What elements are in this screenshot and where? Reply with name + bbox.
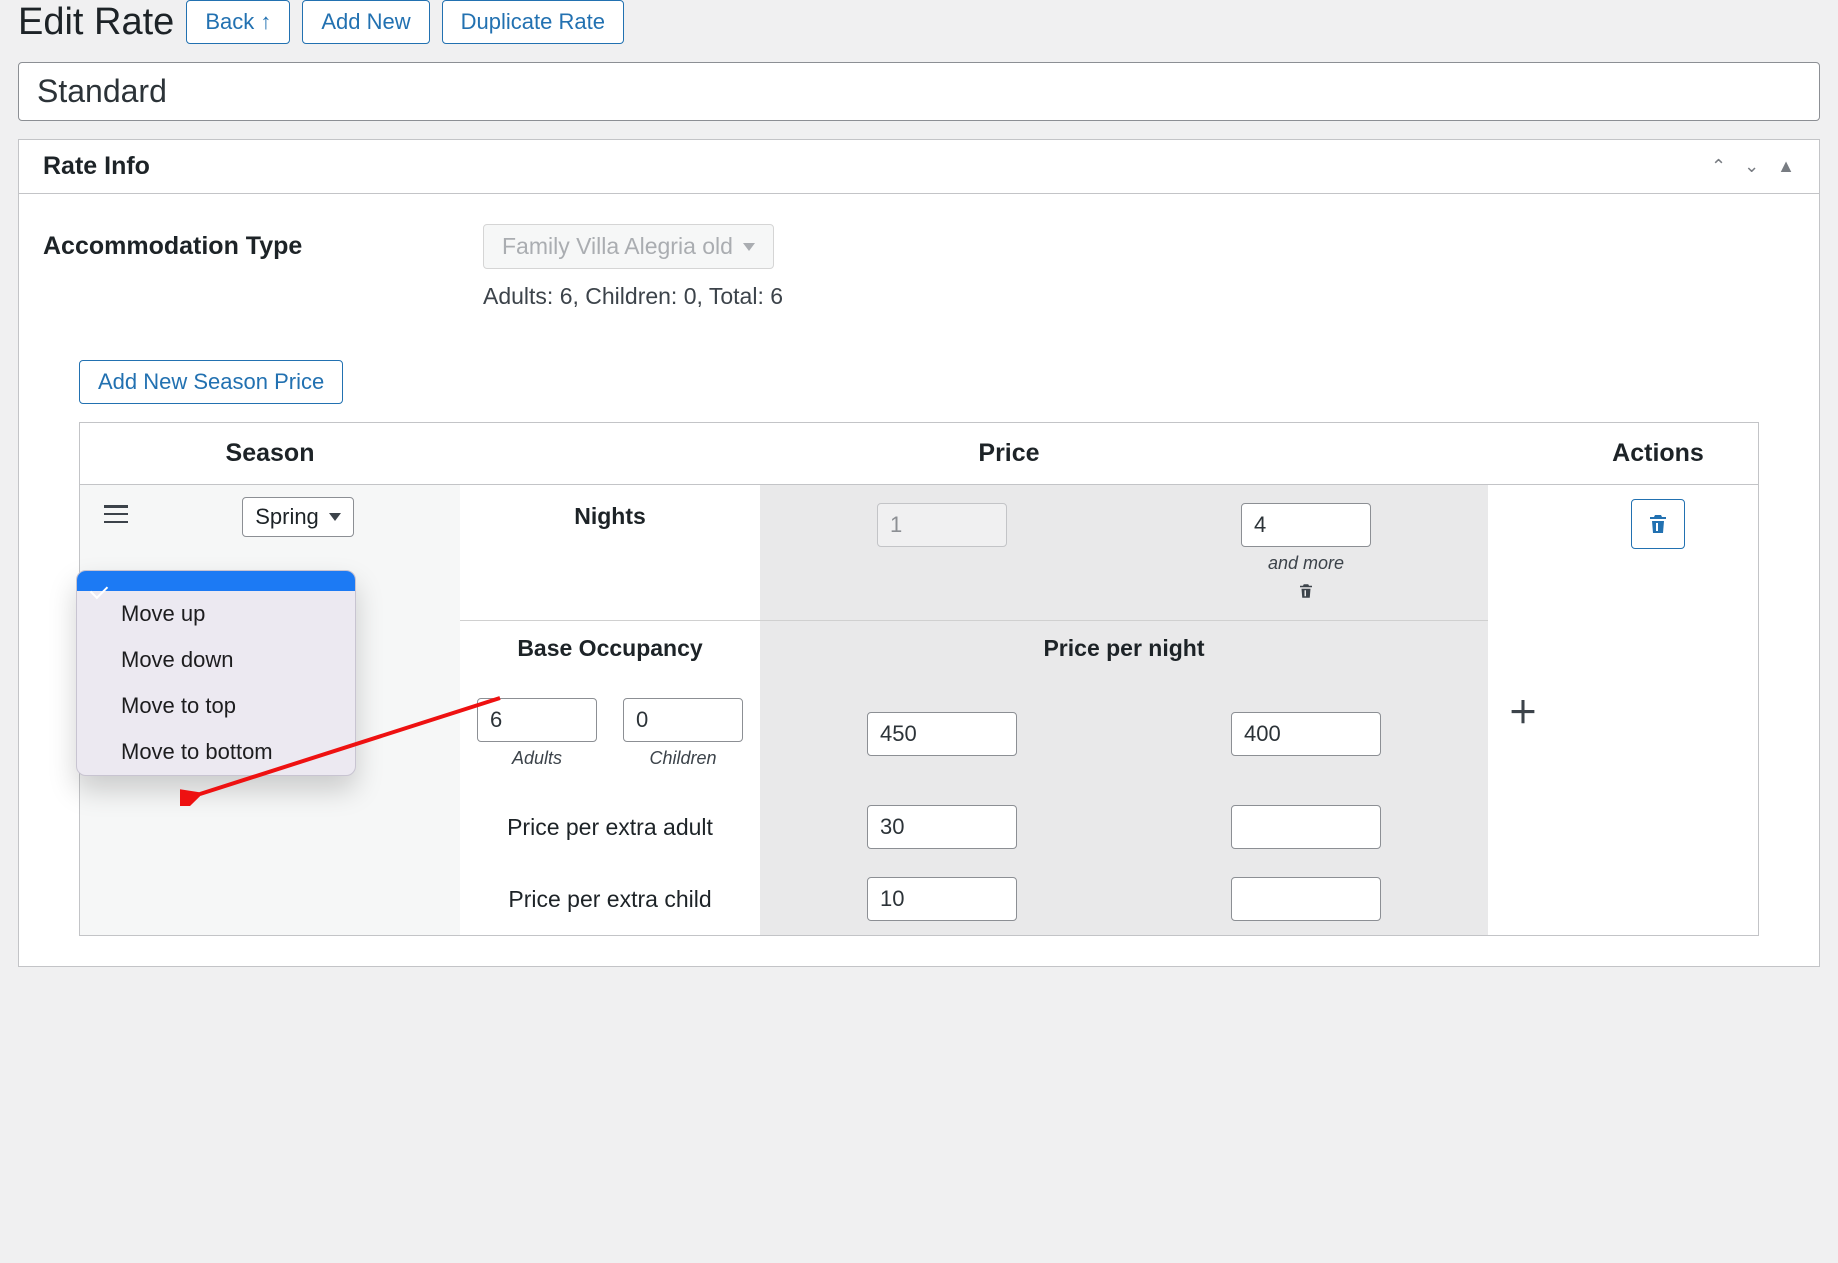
chevron-down-icon (329, 513, 341, 521)
season-select-value: Spring (255, 504, 319, 530)
nights-variable-input[interactable] (1241, 503, 1371, 547)
nights-column-delete-icon[interactable] (1297, 582, 1315, 605)
reorder-context-menu: Move up Move down Move to top Move to bo… (76, 570, 356, 776)
ctx-item-move-up[interactable]: Move up (77, 591, 355, 637)
price-per-night-label: Price per night (760, 620, 1488, 676)
accommodation-type-label: Accommodation Type (43, 224, 483, 261)
panel-down-icon[interactable]: ⌄ (1744, 156, 1759, 177)
hamburger-icon (104, 505, 128, 523)
panel-title: Rate Info (43, 152, 1711, 181)
nights-label: Nights (460, 485, 760, 620)
col-header-actions: Actions (1558, 423, 1758, 484)
add-new-button[interactable]: Add New (302, 0, 429, 44)
extra-adult-label: Price per extra adult (460, 791, 760, 863)
reorder-handle-button[interactable] (96, 497, 136, 531)
extra-adult-col1-input[interactable] (867, 805, 1017, 849)
season-price-table: Season Price Actions Spring (79, 422, 1759, 936)
adults-input[interactable] (477, 698, 597, 742)
season-select[interactable]: Spring (242, 497, 354, 537)
extra-child-col2-input[interactable] (1231, 877, 1381, 921)
panel-collapse-icon[interactable]: ▲ (1777, 156, 1795, 177)
add-new-season-price-button[interactable]: Add New Season Price (79, 360, 343, 404)
price-night-col2-input[interactable] (1231, 712, 1381, 756)
back-button[interactable]: Back ↑ (186, 0, 290, 44)
accommodation-type-select: Family Villa Alegria old (483, 224, 774, 269)
base-occupancy-label: Base Occupancy (460, 620, 760, 676)
add-nights-column-button[interactable]: ＋ (1508, 688, 1538, 732)
trash-icon (1646, 511, 1670, 537)
ctx-item-move-down[interactable]: Move down (77, 637, 355, 683)
ctx-item-current[interactable] (77, 571, 355, 591)
children-caption: Children (649, 748, 716, 769)
ctx-item-move-to-top[interactable]: Move to top (77, 683, 355, 729)
extra-child-label: Price per extra child (460, 863, 760, 935)
children-input[interactable] (623, 698, 743, 742)
accommodation-type-value: Family Villa Alegria old (502, 233, 733, 260)
col-header-season: Season (80, 423, 460, 484)
extra-adult-col2-input[interactable] (1231, 805, 1381, 849)
nights-fixed-input (877, 503, 1007, 547)
ctx-item-move-to-bottom[interactable]: Move to bottom (77, 729, 355, 775)
price-night-col1-input[interactable] (867, 712, 1017, 756)
duplicate-rate-button[interactable]: Duplicate Rate (442, 0, 624, 44)
page-title: Edit Rate (18, 1, 174, 44)
season-row: Spring Move up Move down Move to top Mov… (80, 485, 1758, 935)
rate-info-panel: Rate Info ⌃ ⌄ ▲ Accommodation Type Famil… (18, 139, 1820, 967)
delete-season-row-button[interactable] (1631, 499, 1685, 549)
panel-up-icon[interactable]: ⌃ (1711, 156, 1726, 177)
chevron-down-icon (743, 243, 755, 251)
and-more-label: and more (1268, 553, 1344, 574)
capacity-text: Adults: 6, Children: 0, Total: 6 (483, 283, 783, 310)
rate-title-input[interactable] (18, 62, 1820, 121)
adults-caption: Adults (512, 748, 562, 769)
extra-child-col1-input[interactable] (867, 877, 1017, 921)
col-header-price: Price (460, 423, 1558, 484)
